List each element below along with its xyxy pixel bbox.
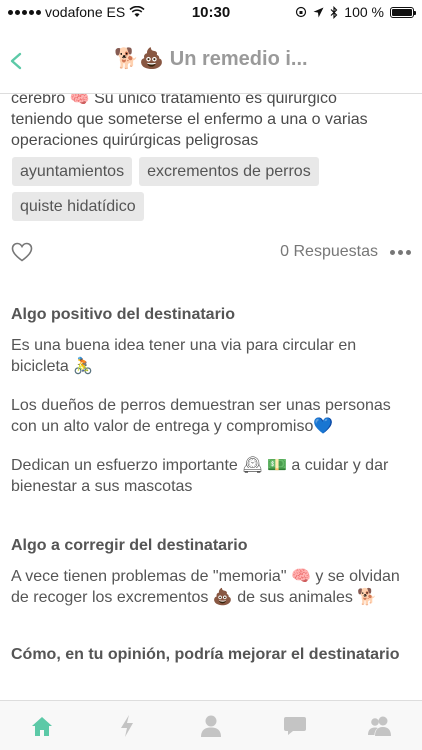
carrier-label: vodafone ES: [45, 4, 126, 20]
more-dots-icon: [390, 249, 395, 255]
home-icon: [32, 716, 53, 736]
status-right: 100 %: [264, 4, 416, 20]
tab-community[interactable]: [350, 706, 410, 746]
status-bar: vodafone ES 10:30 100 %: [0, 0, 422, 24]
lightning-icon: [120, 714, 133, 737]
tag-excrementos-de-perros[interactable]: excrementos de perros: [139, 157, 319, 186]
signal-icon: [8, 9, 41, 15]
positive-heading: Algo positivo del destinatario: [11, 306, 236, 323]
post-actions: 0 Respuestas: [11, 238, 411, 266]
page-title: 🐕💩 Un remedio i...: [114, 48, 308, 70]
battery-icon: [390, 6, 416, 18]
post-intro: cerebro 🧠 Su único tratamiento es quirúr…: [11, 94, 411, 151]
tab-messages[interactable]: [265, 706, 325, 746]
intro-line: operaciones quirúrgicas peligrosas: [11, 132, 259, 149]
more-options-button[interactable]: [390, 249, 411, 255]
battery-label: 100 %: [344, 4, 384, 20]
intro-line: teniendo que someterse el enfermo a una …: [11, 111, 368, 128]
location-arrow-icon: [313, 7, 324, 17]
back-chevron-icon[interactable]: [8, 52, 26, 70]
chat-bubble-icon: [284, 716, 307, 735]
positive-paragraph: Dedican un esfuerzo importante 🕰 💵 a cui…: [11, 457, 389, 495]
tag-list: ayuntamientos excrementos de perros quis…: [12, 157, 412, 221]
tab-home[interactable]: [12, 706, 72, 746]
positive-paragraph: Los dueños de perros demuestran ser unas…: [11, 397, 391, 435]
tab-activity[interactable]: [97, 706, 157, 746]
improve-heading: Cómo, en tu opinión, podría mejorar el d…: [11, 646, 400, 663]
clock: 10:30: [191, 3, 231, 21]
bluetooth-icon: [330, 5, 338, 19]
tab-profile[interactable]: [181, 706, 241, 746]
intro-line: cerebro 🧠 Su único tratamiento es quirúr…: [11, 94, 337, 107]
battery-fill: [392, 8, 412, 16]
positive-paragraph: Es una buena idea tener una via para cir…: [11, 337, 357, 375]
status-left: vodafone ES: [8, 4, 158, 20]
heart-icon[interactable]: [11, 242, 33, 262]
correct-section: Algo a corregir del destinatario A vece …: [11, 535, 411, 608]
person-icon: [200, 715, 221, 737]
positive-section: Algo positivo del destinatario Es una bu…: [11, 304, 411, 497]
nav-bar: 🐕💩 Un remedio i...: [0, 24, 422, 94]
wifi-icon: [129, 6, 145, 17]
correct-heading: Algo a corregir del destinatario: [11, 537, 248, 554]
tag-quiste-hidatidico[interactable]: quiste hidatídico: [12, 192, 144, 221]
improve-section: Cómo, en tu opinión, podría mejorar el d…: [11, 644, 411, 665]
group-icon: [367, 716, 391, 736]
orientation-lock-icon: [296, 6, 307, 18]
post-content[interactable]: cerebro 🧠 Su único tratamiento es quirúr…: [0, 94, 422, 700]
correct-paragraph: A vece tienen problemas de "memoria" 🧠 y…: [11, 568, 400, 606]
responses-count[interactable]: 0 Respuestas: [280, 243, 378, 261]
tag-ayuntamientos[interactable]: ayuntamientos: [12, 157, 133, 186]
tab-bar: [0, 700, 422, 750]
